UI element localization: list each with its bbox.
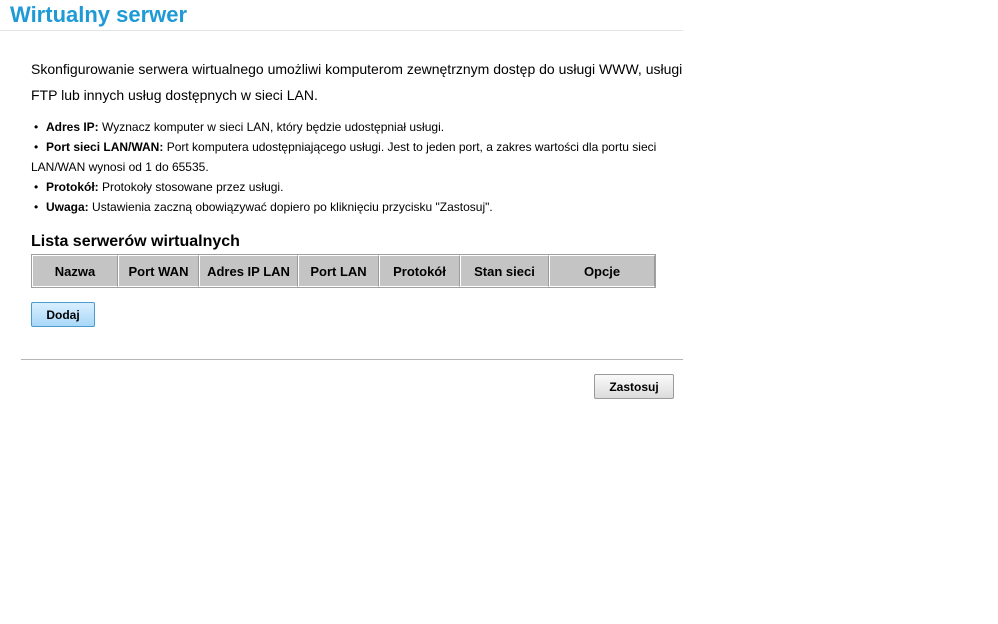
help-label: Adres IP: — [46, 120, 99, 134]
help-text: Ustawienia zaczną obowiązywać dopiero po… — [88, 200, 493, 214]
title-divider — [0, 30, 683, 31]
page: Wirtualny serwer Skonfigurowanie serwera… — [0, 0, 998, 624]
intro-text: Skonfigurowanie serwera wirtualnego umoż… — [31, 61, 683, 103]
virtual-server-list-title: Lista serwerów wirtualnych — [31, 233, 240, 250]
help-list: • Adres IP: Wyznacz komputer w sieci LAN,… — [31, 117, 691, 217]
virtual-server-table: Nazwa Port WAN Adres IP LAN Port LAN Pro… — [31, 254, 656, 288]
help-item-port: • Port sieci LAN/WAN: Port komputera udos… — [31, 137, 691, 157]
help-text: Port komputera udostępniającego usługi. … — [163, 140, 657, 154]
column-header-lan-ip: Adres IP LAN — [199, 255, 298, 287]
bottom-divider — [21, 359, 683, 360]
apply-button[interactable]: Zastosuj — [594, 374, 674, 399]
help-label: Port sieci LAN/WAN: — [46, 140, 164, 154]
help-text: Protokoły stosowane przez usługi. — [98, 180, 284, 194]
bullet-icon: • — [34, 120, 39, 134]
column-header-network-status: Stan sieci — [460, 255, 549, 287]
help-text: LAN/WAN wynosi od 1 do 65535. — [31, 160, 209, 174]
bullet-icon: • — [34, 200, 39, 214]
bullet-icon: • — [34, 180, 39, 194]
add-button[interactable]: Dodaj — [31, 302, 95, 327]
column-header-lan-port: Port LAN — [298, 255, 379, 287]
help-item-port-continued: LAN/WAN wynosi od 1 do 65535. — [31, 157, 691, 177]
column-header-options: Opcje — [549, 255, 655, 287]
help-item-ip: • Adres IP: Wyznacz komputer w sieci LAN,… — [31, 117, 691, 137]
column-header-protocol: Protokół — [379, 255, 460, 287]
help-text: Wyznacz komputer w sieci LAN, który będz… — [98, 120, 445, 134]
help-item-note: • Uwaga: Ustawienia zaczną obowiązywać do… — [31, 197, 691, 217]
column-header-name: Nazwa — [32, 255, 118, 287]
table-header-row: Nazwa Port WAN Adres IP LAN Port LAN Pro… — [32, 255, 655, 287]
help-label: Protokół: — [46, 180, 99, 194]
page-title: Wirtualny serwer — [10, 2, 188, 27]
help-item-protocol: • Protokół: Protokoły stosowane przez usł… — [31, 177, 691, 197]
column-header-wan-port: Port WAN — [118, 255, 199, 287]
bullet-icon: • — [34, 140, 39, 154]
help-label: Uwaga: — [46, 200, 89, 214]
